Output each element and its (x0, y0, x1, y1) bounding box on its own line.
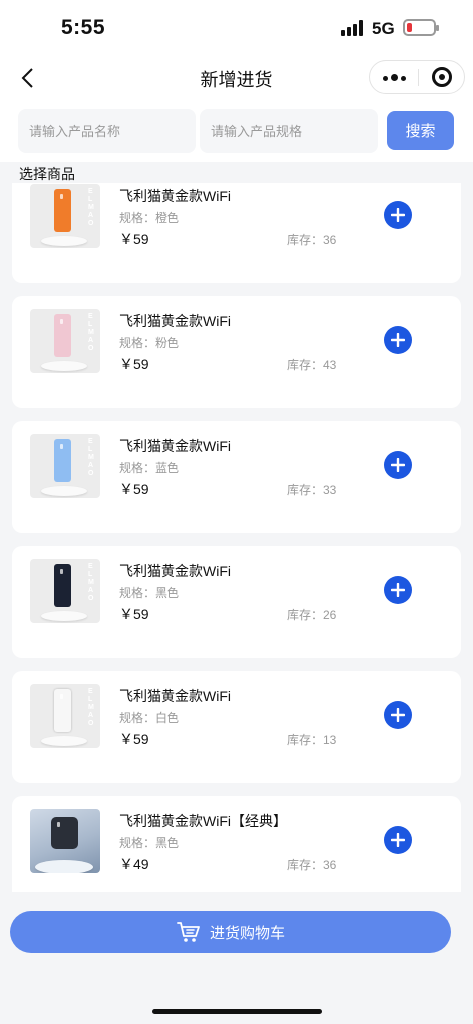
brand-mark: ELMAO (88, 688, 94, 727)
product-card[interactable]: ELMAO 飞利猫黄金款WiFi 规格：黑色 ￥59 库存：26 (12, 546, 461, 658)
search-bar: 搜索 (0, 100, 473, 162)
product-price: ￥59 (119, 481, 149, 497)
search-button[interactable]: 搜索 (387, 111, 454, 150)
product-name: 飞利猫黄金款WiFi (119, 313, 231, 329)
plus-icon (391, 708, 405, 722)
more-dots-icon (381, 68, 407, 86)
product-stock: 库存：33 (287, 483, 337, 497)
signal-icon (341, 20, 367, 36)
product-device (51, 817, 78, 849)
network-label: 5G (372, 19, 395, 38)
product-card[interactable]: ELMAO 飞利猫黄金款WiFi 规格：蓝色 ￥59 库存：33 (12, 421, 461, 533)
product-card[interactable]: 飞利猫黄金款WiFi【经典】 规格：黑色 ￥49 库存：36 (12, 796, 461, 892)
cart-button[interactable]: 进货购物车 (10, 911, 451, 953)
product-price: ￥59 (119, 356, 149, 372)
product-price: ￥59 (119, 231, 149, 247)
product-stock: 库存：36 (287, 233, 337, 247)
shopping-cart-icon (177, 922, 200, 942)
product-stock: 库存：13 (287, 733, 337, 747)
product-stock: 库存：36 (287, 858, 337, 872)
status-bar: 5:55 5G (0, 0, 473, 56)
product-image (30, 809, 100, 873)
product-spec: 规格：粉色 (119, 336, 180, 350)
product-card[interactable]: ELMAO 飞利猫黄金款WiFi 规格：橙色 ￥59 库存：36 (12, 183, 461, 283)
section-label: 选择商品 (19, 166, 75, 182)
product-price: ￥59 (119, 731, 149, 747)
plus-icon (391, 208, 405, 222)
add-to-cart-button[interactable] (384, 451, 412, 479)
product-device (54, 439, 71, 482)
product-list[interactable]: ELMAO 飞利猫黄金款WiFi 规格：橙色 ￥59 库存：36 ELMAO 飞… (0, 183, 473, 892)
product-spec: 规格：黑色 (119, 836, 180, 850)
product-name: 飞利猫黄金款WiFi (119, 188, 231, 204)
add-to-cart-button[interactable] (384, 826, 412, 854)
product-image: ELMAO (30, 184, 100, 248)
add-to-cart-button[interactable] (384, 701, 412, 729)
close-mini-program-button[interactable] (419, 61, 465, 93)
brand-mark: ELMAO (88, 188, 94, 227)
product-name: 飞利猫黄金款WiFi (119, 688, 231, 704)
product-name: 飞利猫黄金款WiFi (119, 438, 231, 454)
product-spec: 规格：黑色 (119, 586, 180, 600)
product-price: ￥59 (119, 606, 149, 622)
product-device (54, 689, 71, 732)
product-spec: 规格：橙色 (119, 211, 180, 225)
home-indicator (152, 1009, 322, 1014)
brand-mark: ELMAO (88, 438, 94, 477)
target-circle-icon (432, 67, 452, 87)
product-spec: 规格：蓝色 (119, 461, 180, 475)
status-time: 5:55 (61, 16, 106, 39)
product-image: ELMAO (30, 309, 100, 373)
plus-icon (391, 833, 405, 847)
product-name-input[interactable] (18, 109, 196, 153)
add-to-cart-button[interactable] (384, 576, 412, 604)
brand-mark: ELMAO (88, 313, 94, 352)
product-spec: 规格：白色 (119, 711, 180, 725)
product-device (54, 564, 71, 607)
battery-icon (403, 19, 439, 36)
plus-icon (391, 333, 405, 347)
product-card[interactable]: ELMAO 飞利猫黄金款WiFi 规格：白色 ￥59 库存：13 (12, 671, 461, 783)
mini-program-capsule (369, 60, 465, 94)
product-card[interactable]: ELMAO 飞利猫黄金款WiFi 规格：粉色 ￥59 库存：43 (12, 296, 461, 408)
nav-bar: 新增进货 (0, 56, 473, 100)
product-name: 飞利猫黄金款WiFi (119, 563, 231, 579)
cart-label: 进货购物车 (209, 924, 285, 942)
product-name: 飞利猫黄金款WiFi【经典】 (119, 813, 287, 829)
product-device (54, 189, 71, 232)
product-spec-input[interactable] (200, 109, 378, 153)
product-stock: 库存：26 (287, 608, 337, 622)
plus-icon (391, 583, 405, 597)
brand-mark: ELMAO (88, 563, 94, 602)
plus-icon (391, 458, 405, 472)
product-image: ELMAO (30, 684, 100, 748)
add-to-cart-button[interactable] (384, 326, 412, 354)
product-price: ￥49 (119, 856, 149, 872)
product-image: ELMAO (30, 559, 100, 623)
product-device (54, 314, 71, 357)
more-button[interactable] (370, 61, 418, 93)
product-image: ELMAO (30, 434, 100, 498)
add-to-cart-button[interactable] (384, 201, 412, 229)
product-stock: 库存：43 (287, 358, 337, 372)
